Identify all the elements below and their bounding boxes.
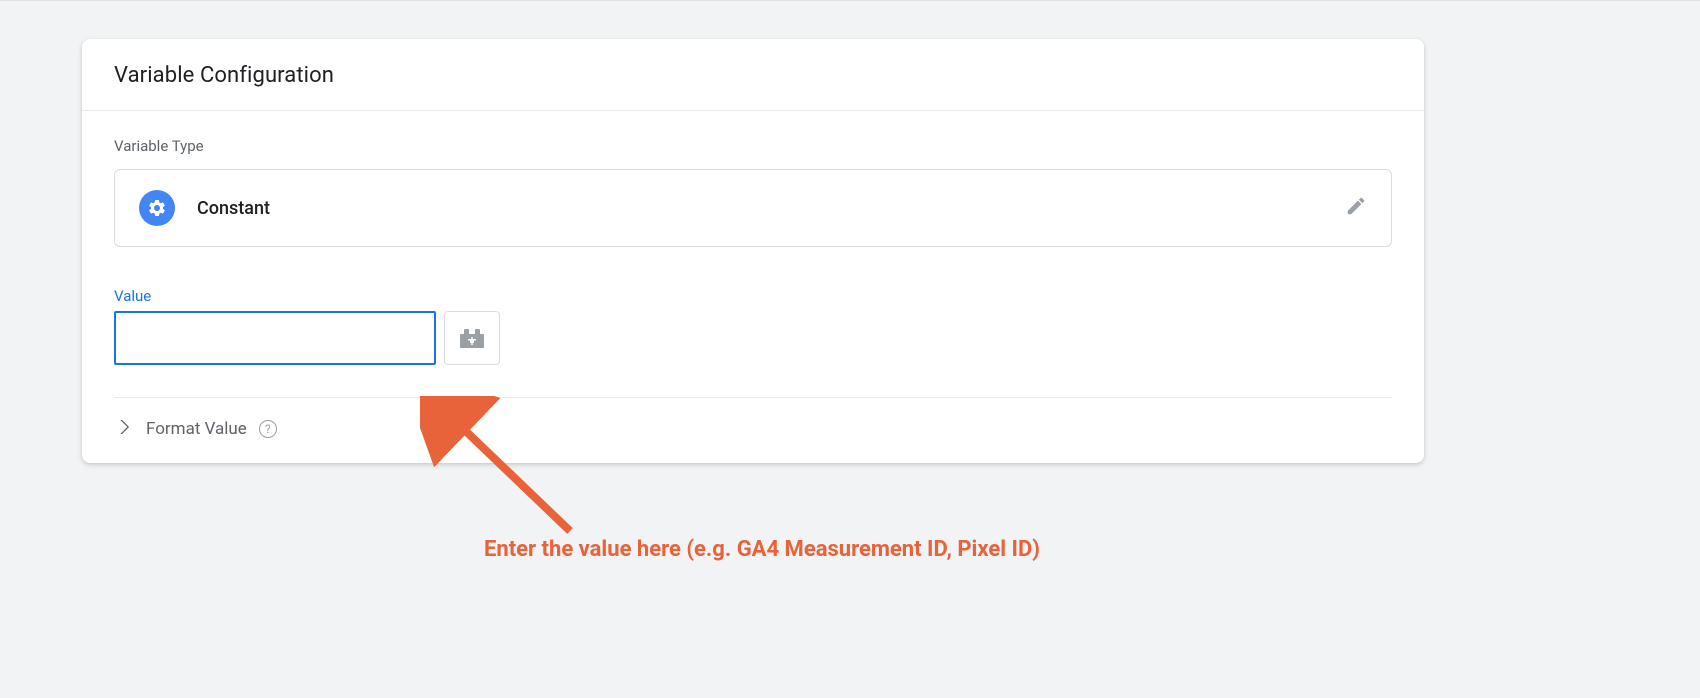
card-title: Variable Configuration: [114, 63, 1392, 88]
brick-icon: [459, 327, 485, 349]
variable-picker-button[interactable]: [444, 311, 500, 365]
variable-type-name: Constant: [197, 198, 270, 219]
help-icon[interactable]: ?: [259, 420, 277, 438]
chevron-right-icon: [120, 418, 130, 439]
value-row: [114, 311, 1392, 365]
variable-type-label: Variable Type: [114, 137, 1392, 155]
card-body: Variable Type Constant Value: [82, 111, 1424, 463]
card-header: Variable Configuration: [82, 39, 1424, 111]
annotation-text: Enter the value here (e.g. GA4 Measureme…: [484, 537, 1040, 562]
gear-icon: [139, 190, 175, 226]
value-label: Value: [114, 287, 1392, 305]
value-input[interactable]: [114, 311, 436, 365]
variable-type-left: Constant: [139, 190, 270, 226]
variable-type-row[interactable]: Constant: [114, 169, 1392, 247]
edit-icon[interactable]: [1345, 195, 1367, 221]
variable-config-card: Variable Configuration Variable Type Con…: [82, 39, 1424, 463]
format-value-label: Format Value: [146, 419, 247, 439]
format-value-row[interactable]: Format Value ?: [114, 398, 1392, 463]
